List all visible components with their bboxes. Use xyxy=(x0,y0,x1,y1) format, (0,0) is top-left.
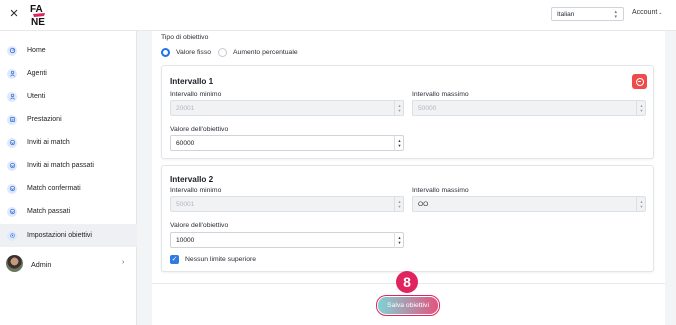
sidebar-item-label: Match passati xyxy=(27,208,71,215)
interval-card-1: Intervallo 1 Intervallo minimo ▴▾ Interv… xyxy=(161,65,654,159)
max-range-stepper: ▴ ▾ xyxy=(636,196,646,212)
account-label: Account xyxy=(632,9,658,16)
goal-value-stepper[interactable]: ▴ ▾ xyxy=(394,232,404,248)
remove-interval-button[interactable] xyxy=(632,74,647,89)
sidebar-item-match-confermati[interactable]: Match confermati xyxy=(0,177,137,200)
account-menu[interactable]: Account⌄ xyxy=(632,9,663,16)
handshake-icon xyxy=(7,137,17,148)
sidebar-item-label: Prestazioni xyxy=(27,116,62,123)
min-range-input[interactable] xyxy=(170,196,404,212)
goal-value-label: Valore dell'obiettivo xyxy=(170,126,229,133)
sidebar-item-inviti-ai-match[interactable]: Inviti ai match xyxy=(0,131,137,154)
interval-title: Intervallo 1 xyxy=(170,77,214,86)
sidebar-item-utenti[interactable]: Utenti xyxy=(0,85,137,108)
interval-card-2: Intervallo 2 Intervallo minimo ▴▾ Interv… xyxy=(161,165,654,272)
radio-valore-fisso-label: Valore fisso xyxy=(176,49,212,56)
no-upper-limit-checkbox[interactable]: ✓ xyxy=(170,255,179,264)
sidebar-item-label: Agenti xyxy=(27,70,47,77)
user-name: Admin xyxy=(31,260,52,269)
sidebar-item-label: Inviti ai match xyxy=(27,139,70,146)
dashboard-icon xyxy=(7,45,17,56)
person-icon xyxy=(7,91,17,102)
goal-settings-panel: Tipo di obiettivo Valore fisso Aumento p… xyxy=(152,31,665,325)
language-select[interactable]: Italian ▴ ▾ xyxy=(551,7,624,21)
minus-circle-icon xyxy=(635,77,644,86)
interval-title: Intervallo 2 xyxy=(170,175,214,184)
sidebar-item-label: Home xyxy=(27,47,46,54)
handshake-icon xyxy=(7,160,17,171)
save-goals-button[interactable]: Salva obiettivi xyxy=(378,297,438,314)
chevron-right-icon: › xyxy=(122,259,125,266)
max-range-input[interactable] xyxy=(412,100,646,116)
goal-value-label: Valore dell'obiettivo xyxy=(170,222,229,229)
goal-value-input[interactable] xyxy=(170,135,404,151)
sidebar-item-prestazioni[interactable]: Prestazioni xyxy=(0,108,137,131)
sidebar: Home Agenti Utenti Prestazioni Inviti ai… xyxy=(0,31,137,325)
max-range-stepper: ▴ ▾ xyxy=(636,100,646,116)
user-menu[interactable]: Admin › xyxy=(0,252,137,276)
sidebar-item-agenti[interactable]: Agenti xyxy=(0,62,137,85)
chevron-down-icon: ⌄ xyxy=(658,10,663,16)
radio-aumento-percentuale-label: Aumento percentuale xyxy=(233,49,298,56)
handshake-icon xyxy=(7,206,17,217)
step-badge: 8 xyxy=(396,271,418,293)
top-bar: × FA NE Italian ▴ ▾ Account⌄ xyxy=(0,0,676,31)
sidebar-item-label: Match confermati xyxy=(27,185,81,192)
sidebar-item-home[interactable]: Home xyxy=(0,39,137,62)
min-range-stepper: ▴ ▾ xyxy=(394,196,404,212)
person-icon xyxy=(7,68,17,79)
sidebar-item-label: Impostazioni obiettivi xyxy=(27,232,92,239)
max-range-label: Intervallo massimo xyxy=(412,187,469,194)
goal-type-label: Tipo di obiettivo xyxy=(161,34,209,41)
no-upper-limit-label: Nessun limite superiore xyxy=(185,256,257,263)
goal-value-input[interactable] xyxy=(170,232,404,248)
max-range-input[interactable] xyxy=(412,196,646,212)
logo: FA NE xyxy=(29,2,49,28)
min-range-label: Intervallo minimo xyxy=(170,187,222,194)
list-icon xyxy=(7,114,17,125)
min-range-input[interactable] xyxy=(170,100,404,116)
max-range-label: Intervallo massimo xyxy=(412,91,469,98)
sidebar-item-match-passati[interactable]: Match passati xyxy=(0,200,137,223)
sidebar-item-label: Utenti xyxy=(27,93,46,100)
min-range-label: Intervallo minimo xyxy=(170,91,222,98)
goal-value-stepper[interactable]: ▴ ▾ xyxy=(394,135,404,151)
handshake-icon xyxy=(7,183,17,194)
sidebar-item-label: Inviti ai match passati xyxy=(27,162,94,169)
sidebar-item-inviti-ai-match-passati[interactable]: Inviti ai match passati xyxy=(0,154,137,177)
avatar xyxy=(6,255,23,272)
select-caret-icon: ▴ ▾ xyxy=(614,9,617,20)
sidebar-item-impostazioni-obiettivi[interactable]: Impostazioni obiettivi xyxy=(0,224,137,247)
language-select-value: Italian xyxy=(557,11,575,18)
gear-icon xyxy=(7,230,17,241)
radio-aumento-percentuale[interactable] xyxy=(218,48,227,57)
radio-valore-fisso[interactable] xyxy=(161,48,170,57)
svg-text:NE: NE xyxy=(31,17,45,26)
close-icon[interactable]: × xyxy=(7,6,21,21)
min-range-stepper: ▴ ▾ xyxy=(394,100,404,116)
